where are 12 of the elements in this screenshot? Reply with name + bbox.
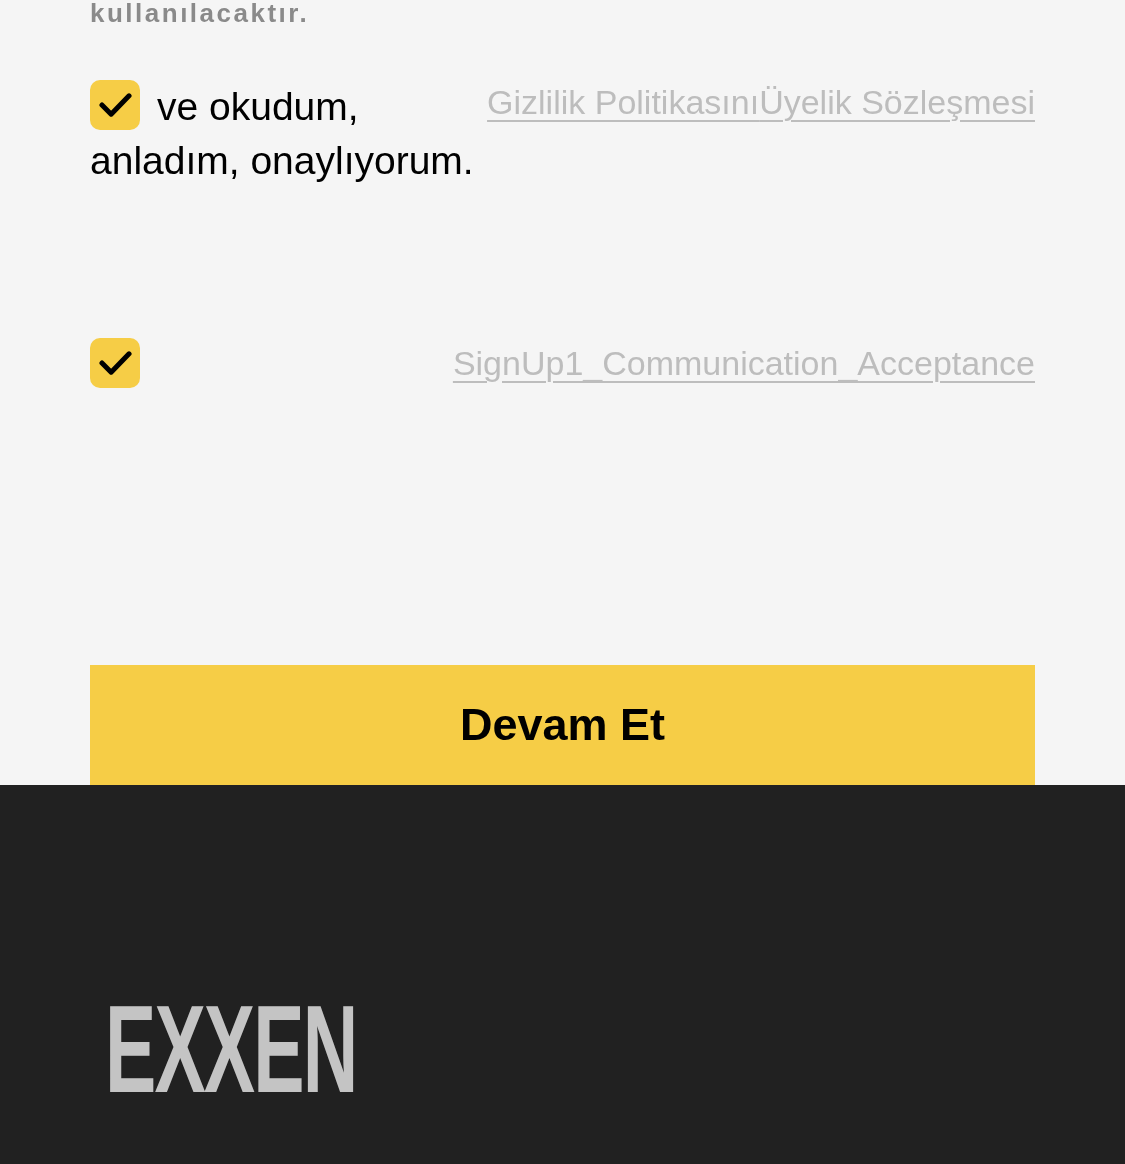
check-icon xyxy=(98,351,132,375)
consent-text: ve okudum, xyxy=(157,84,359,130)
notice-text: kullanılacaktır. xyxy=(90,0,310,26)
checkbox[interactable] xyxy=(90,338,140,388)
logo-wordmark: EXXEN xyxy=(105,1004,357,1094)
continue-button[interactable]: Devam Et xyxy=(90,665,1035,785)
checkbox[interactable] xyxy=(90,80,140,130)
terms-link[interactable]: Gizlilik Politikasını xyxy=(487,82,760,122)
terms-link[interactable]: Üyelik Sözleşmesi xyxy=(759,82,1035,122)
terms-link[interactable]: SignUp1_Communication_Acceptance xyxy=(452,343,1035,383)
check-icon xyxy=(98,93,132,117)
consent-text: anladım, onaylıyorum. xyxy=(90,138,474,184)
